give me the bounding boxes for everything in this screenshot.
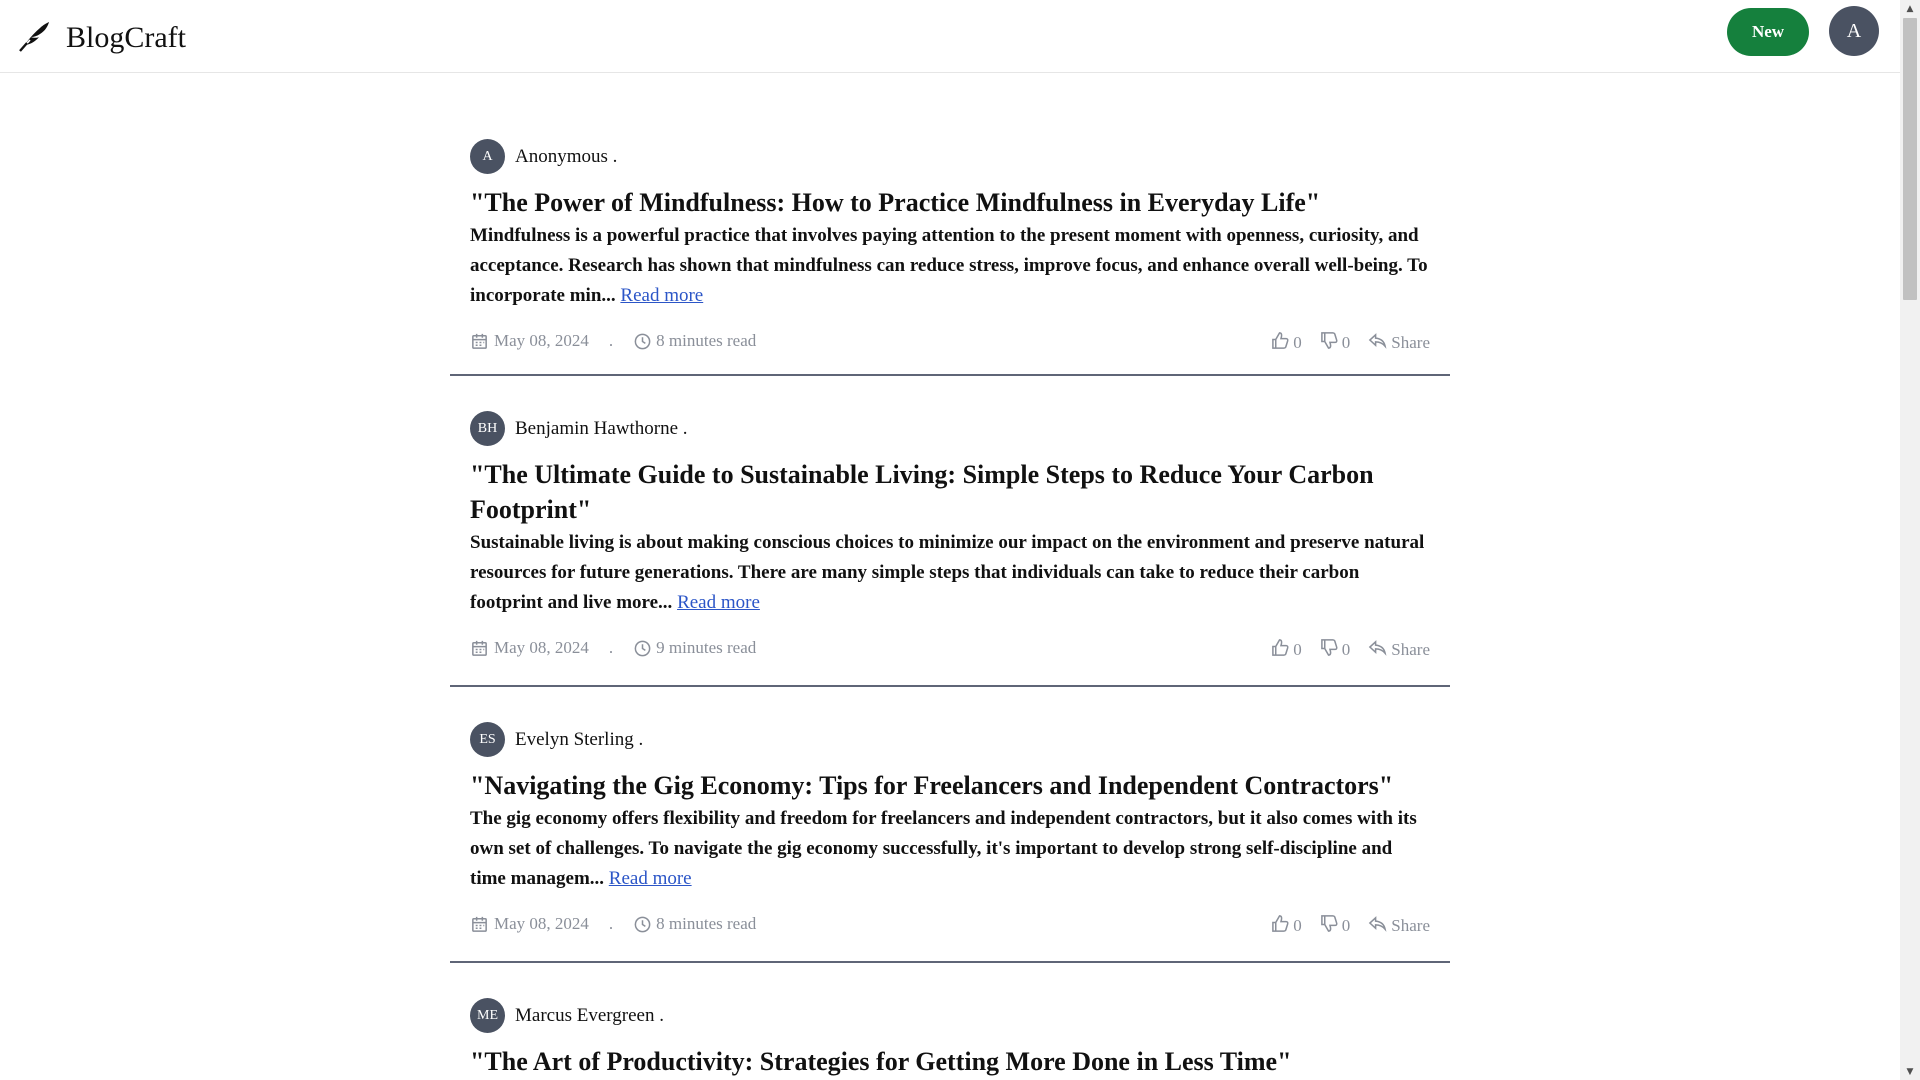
share-button[interactable]: Share: [1368, 331, 1430, 355]
post-author[interactable]: ME Marcus Evergreen .: [470, 998, 664, 1033]
thumbs-up-icon: [1271, 638, 1290, 662]
read-more-link[interactable]: Read more: [609, 868, 692, 889]
clock-icon: [633, 915, 652, 934]
post-date: May 08, 2024: [494, 638, 589, 657]
post-author[interactable]: BH Benjamin Hawthorne .: [470, 411, 688, 446]
page-scrollbar[interactable]: ▲ ▼: [1900, 0, 1920, 1080]
post-excerpt: Mindfulness is a powerful practice that …: [470, 221, 1430, 311]
read-more-link[interactable]: Read more: [677, 592, 760, 613]
scroll-up-arrow-icon[interactable]: ▲: [1900, 0, 1920, 17]
feather-pen-icon: [18, 18, 52, 57]
thumbs-down-icon: [1320, 638, 1339, 662]
author-name[interactable]: Anonymous .: [515, 146, 617, 168]
post-meta: May 08, 2024 . 8 minutes read 0 0 Share: [470, 914, 1430, 936]
share-label: Share: [1391, 916, 1430, 935]
post-card: ES Evelyn Sterling . "Navigating the Gig…: [450, 687, 1450, 963]
clock-icon: [633, 332, 652, 351]
post-title[interactable]: "The Power of Mindfulness: How to Practi…: [470, 185, 1430, 220]
read-time: 9 minutes read: [656, 638, 757, 657]
post-title[interactable]: "The Ultimate Guide to Sustainable Livin…: [470, 457, 1430, 527]
thumbs-up-icon: [1271, 914, 1290, 938]
author-avatar[interactable]: ME: [470, 998, 505, 1033]
share-icon: [1368, 638, 1387, 662]
user-avatar[interactable]: A: [1829, 6, 1879, 56]
share-icon: [1368, 914, 1387, 938]
thumbs-up-icon: [1271, 331, 1290, 355]
calendar-icon: [470, 332, 489, 351]
brand-logo[interactable]: BlogCraft: [18, 18, 186, 57]
dislike-count: 0: [1341, 916, 1351, 935]
clock-icon: [633, 639, 652, 658]
dislike-count: 0: [1341, 640, 1351, 659]
post-title[interactable]: "The Art of Productivity: Strategies for…: [470, 1044, 1430, 1079]
dislike-button[interactable]: 0: [1320, 638, 1351, 662]
like-count: 0: [1293, 333, 1302, 352]
author-avatar[interactable]: A: [470, 139, 505, 174]
scrollbar-thumb[interactable]: [1903, 18, 1917, 300]
post-author[interactable]: A Anonymous .: [470, 139, 617, 174]
meta-separator: .: [608, 914, 614, 933]
post-excerpt-text: Sustainable living is about making consc…: [470, 532, 1425, 613]
author-name[interactable]: Evelyn Sterling .: [515, 729, 643, 751]
share-icon: [1368, 331, 1387, 355]
post-date: May 08, 2024: [494, 331, 589, 350]
author-name[interactable]: Benjamin Hawthorne .: [515, 418, 688, 440]
like-button[interactable]: 0: [1271, 331, 1302, 355]
post-card: ME Marcus Evergreen . "The Art of Produc…: [450, 963, 1450, 1080]
top-header: BlogCraft New A: [0, 0, 1900, 73]
share-button[interactable]: Share: [1368, 638, 1430, 662]
dislike-button[interactable]: 0: [1320, 331, 1351, 355]
share-button[interactable]: Share: [1368, 914, 1430, 938]
like-count: 0: [1293, 916, 1302, 935]
new-post-button[interactable]: New: [1727, 8, 1809, 56]
like-button[interactable]: 0: [1271, 638, 1302, 662]
post-title[interactable]: "Navigating the Gig Economy: Tips for Fr…: [470, 768, 1430, 803]
post-card: A Anonymous . "The Power of Mindfulness:…: [450, 73, 1450, 376]
share-label: Share: [1391, 333, 1430, 352]
post-meta: May 08, 2024 . 9 minutes read 0 0 Share: [470, 638, 1430, 660]
calendar-icon: [470, 639, 489, 658]
app-name: BlogCraft: [66, 20, 186, 54]
read-time: 8 minutes read: [656, 914, 757, 933]
post-excerpt: Sustainable living is about making consc…: [470, 528, 1430, 618]
scroll-down-arrow-icon[interactable]: ▼: [1900, 1063, 1920, 1080]
author-name[interactable]: Marcus Evergreen .: [515, 1005, 664, 1027]
read-more-link[interactable]: Read more: [620, 285, 703, 306]
dislike-count: 0: [1341, 333, 1351, 352]
author-avatar[interactable]: ES: [470, 722, 505, 757]
post-excerpt-text: Mindfulness is a powerful practice that …: [470, 225, 1428, 306]
post-card: BH Benjamin Hawthorne . "The Ultimate Gu…: [450, 376, 1450, 687]
meta-separator: .: [608, 638, 614, 657]
like-count: 0: [1293, 640, 1302, 659]
calendar-icon: [470, 915, 489, 934]
post-date: May 08, 2024: [494, 914, 589, 933]
dislike-button[interactable]: 0: [1320, 914, 1351, 938]
read-time: 8 minutes read: [656, 331, 757, 350]
share-label: Share: [1391, 640, 1430, 659]
thumbs-down-icon: [1320, 914, 1339, 938]
meta-separator: .: [608, 331, 614, 350]
post-excerpt: The gig economy offers flexibility and f…: [470, 804, 1430, 894]
post-author[interactable]: ES Evelyn Sterling .: [470, 722, 643, 757]
like-button[interactable]: 0: [1271, 914, 1302, 938]
author-avatar[interactable]: BH: [470, 411, 505, 446]
post-meta: May 08, 2024 . 8 minutes read 0 0 Share: [470, 331, 1430, 353]
thumbs-down-icon: [1320, 331, 1339, 355]
